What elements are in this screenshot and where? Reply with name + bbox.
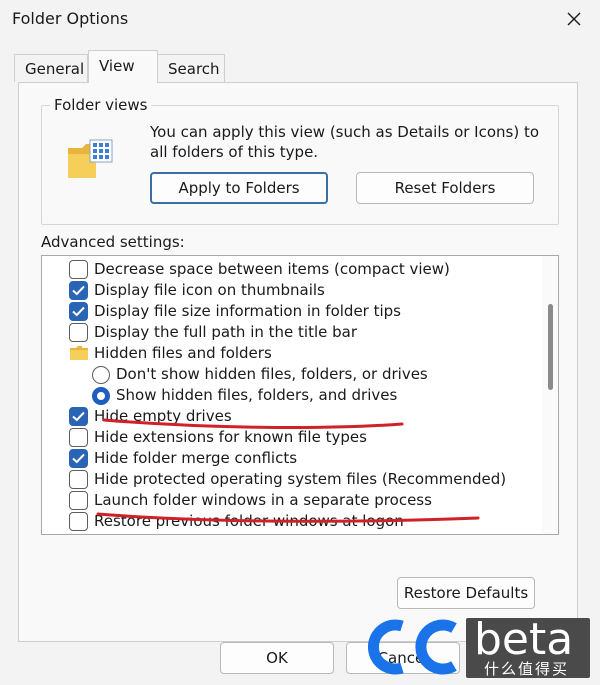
checkmark-icon — [72, 306, 85, 317]
list-item-label: Restore previous folder windows at logon — [94, 512, 404, 530]
list-item[interactable]: Hide empty drives — [42, 406, 542, 427]
list-item-label: Show hidden files, folders, and drives — [116, 386, 398, 404]
tab-view-label: View — [99, 57, 135, 75]
list-item-label: Display file size information in folder … — [94, 302, 402, 320]
list-item-label: Hide protected operating system files (R… — [94, 470, 507, 488]
advanced-settings-list[interactable]: Decrease space between items (compact vi… — [41, 255, 559, 535]
checkbox-checked[interactable] — [69, 407, 88, 426]
restore-defaults-button[interactable]: Restore Defaults — [397, 577, 535, 609]
apply-to-folders-button[interactable]: Apply to Folders — [150, 172, 328, 204]
list-item-label: Hide extensions for known file types — [94, 428, 367, 446]
watermark-logo-icon — [367, 619, 457, 675]
list-item-label: Launch folder windows in a separate proc… — [94, 491, 432, 509]
list-item[interactable]: Display file icon on thumbnails — [42, 280, 542, 301]
list-item[interactable]: Launch folder windows in a separate proc… — [42, 490, 542, 511]
checkbox-checked[interactable] — [69, 302, 88, 321]
checkbox-checked[interactable] — [69, 449, 88, 468]
list-item-label: Hide empty drives — [94, 407, 232, 425]
list-item[interactable]: Hide protected operating system files (R… — [42, 469, 542, 490]
close-icon — [567, 12, 581, 26]
radio-button[interactable] — [92, 366, 110, 384]
checkmark-icon — [72, 453, 85, 464]
list-item-label: Hidden files and folders — [94, 344, 272, 362]
list-item[interactable]: Don't show hidden files, folders, or dri… — [42, 364, 542, 385]
list-item[interactable]: Display the full path in the title bar — [42, 322, 542, 343]
folder-views-icon — [68, 139, 113, 178]
list-item[interactable]: Decrease space between items (compact vi… — [42, 259, 542, 280]
checkbox[interactable] — [69, 512, 88, 531]
close-button[interactable] — [558, 4, 590, 34]
checkbox[interactable] — [69, 428, 88, 447]
list-item-label: Display the full path in the title bar — [94, 323, 358, 341]
checkmark-icon — [72, 411, 85, 422]
advanced-settings-label: Advanced settings: — [41, 233, 185, 251]
dialog-client: General View Search Folder views You can… — [0, 40, 600, 685]
scrollbar[interactable] — [542, 256, 558, 534]
folder-views-group: Folder views You can apply this view (su… — [41, 96, 559, 225]
list-item[interactable]: Restore previous folder windows at logon — [42, 511, 542, 532]
scroll-thumb[interactable] — [548, 304, 553, 390]
checkbox-checked[interactable] — [69, 281, 88, 300]
checkbox[interactable] — [69, 470, 88, 489]
reset-folders-button[interactable]: Reset Folders — [356, 172, 534, 204]
ok-button[interactable]: OK — [220, 642, 334, 674]
watermark-sub: 什么值得买 — [484, 660, 570, 678]
list-item-label: Display file icon on thumbnails — [94, 281, 325, 299]
tab-view[interactable]: View — [88, 50, 158, 83]
list-item[interactable]: Hide folder merge conflicts — [42, 448, 542, 469]
window-title: Folder Options — [12, 9, 129, 28]
tab-general-label: General — [25, 60, 85, 78]
title-bar: Folder Options — [0, 0, 600, 40]
list-item[interactable]: Display file size information in folder … — [42, 301, 542, 322]
list-item: Hidden files and folders — [42, 343, 542, 364]
list-item[interactable]: Show hidden files, folders, and drives — [42, 385, 542, 406]
tab-general[interactable]: General — [14, 54, 88, 82]
watermark-box: beta 什么值得买 — [466, 614, 590, 678]
list-item-label: Hide folder merge conflicts — [94, 449, 298, 467]
folder-views-legend: Folder views — [50, 96, 152, 114]
view-tab-panel: Folder views You can apply this view (su… — [18, 82, 578, 642]
radio-selected[interactable] — [92, 387, 110, 405]
list-item-label: Don't show hidden files, folders, or dri… — [116, 365, 428, 383]
tab-search-label: Search — [168, 60, 220, 78]
checkbox[interactable] — [69, 260, 88, 279]
checkbox[interactable] — [69, 323, 88, 342]
list-item[interactable]: Hide extensions for known file types — [42, 427, 542, 448]
folder-views-description: You can apply this view (such as Details… — [150, 123, 540, 161]
checkmark-icon — [72, 285, 85, 296]
list-item-label: Decrease space between items (compact vi… — [94, 260, 450, 278]
folder-icon — [70, 346, 88, 360]
tab-search[interactable]: Search — [157, 54, 225, 82]
watermark: beta 什么值得买 — [362, 614, 594, 680]
checkbox[interactable] — [69, 491, 88, 510]
